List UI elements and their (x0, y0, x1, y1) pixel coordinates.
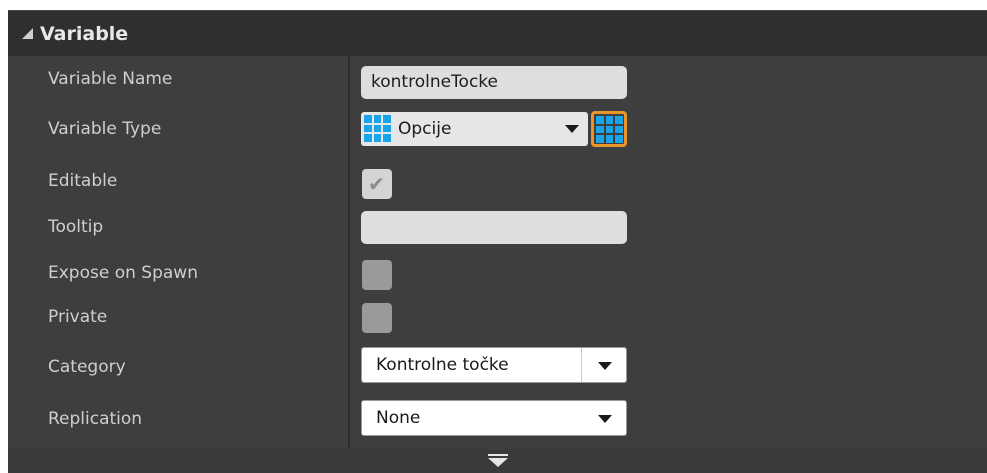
row-private: Private (8, 294, 987, 340)
private-checkbox[interactable] (362, 303, 392, 333)
grid-icon (364, 115, 391, 142)
editable-checkbox[interactable]: ✔ (362, 169, 392, 199)
expose-on-spawn-label: Expose on Spawn (48, 263, 198, 283)
row-editable: Editable ✔ (8, 158, 987, 204)
chevron-down-icon (598, 362, 612, 370)
expand-arrow-icon[interactable] (488, 454, 508, 468)
replication-label: Replication (48, 409, 143, 429)
container-type-button[interactable] (591, 111, 627, 147)
variable-name-input[interactable]: kontrolneTocke (361, 66, 627, 99)
variable-type-dropdown[interactable]: Opcije (361, 112, 588, 146)
replication-dropdown[interactable]: None (361, 400, 627, 436)
replication-value: None (376, 408, 421, 428)
row-expose-on-spawn: Expose on Spawn (8, 250, 987, 296)
details-panel: Variable Variable Name kontrolneTocke Va… (8, 10, 987, 473)
collapse-triangle-icon[interactable] (22, 28, 33, 39)
tooltip-label: Tooltip (48, 217, 104, 237)
variable-type-value: Opcije (398, 119, 452, 139)
row-replication: Replication None (8, 396, 987, 442)
chevron-down-icon (565, 125, 579, 133)
row-tooltip: Tooltip (8, 204, 987, 250)
editable-label: Editable (48, 171, 118, 191)
row-variable-name: Variable Name kontrolneTocke (8, 56, 987, 102)
category-label: Category (48, 357, 126, 377)
section-header-variable[interactable]: Variable (8, 10, 987, 56)
variable-type-label: Variable Type (48, 119, 162, 139)
dropdown-separator (581, 348, 582, 382)
checkmark-icon: ✔ (368, 172, 385, 196)
grid-icon (596, 116, 623, 143)
tooltip-input[interactable] (361, 211, 627, 244)
chevron-down-icon (598, 415, 612, 423)
section-title: Variable (40, 22, 129, 45)
variable-name-label: Variable Name (48, 69, 173, 89)
advanced-expander[interactable] (8, 449, 987, 473)
expose-on-spawn-checkbox[interactable] (362, 260, 392, 290)
category-value: Kontrolne točke (376, 355, 509, 375)
private-label: Private (48, 307, 108, 327)
row-variable-type: Variable Type Opcije (8, 106, 987, 152)
category-dropdown[interactable]: Kontrolne točke (361, 347, 627, 383)
row-category: Category Kontrolne točke (8, 344, 987, 390)
